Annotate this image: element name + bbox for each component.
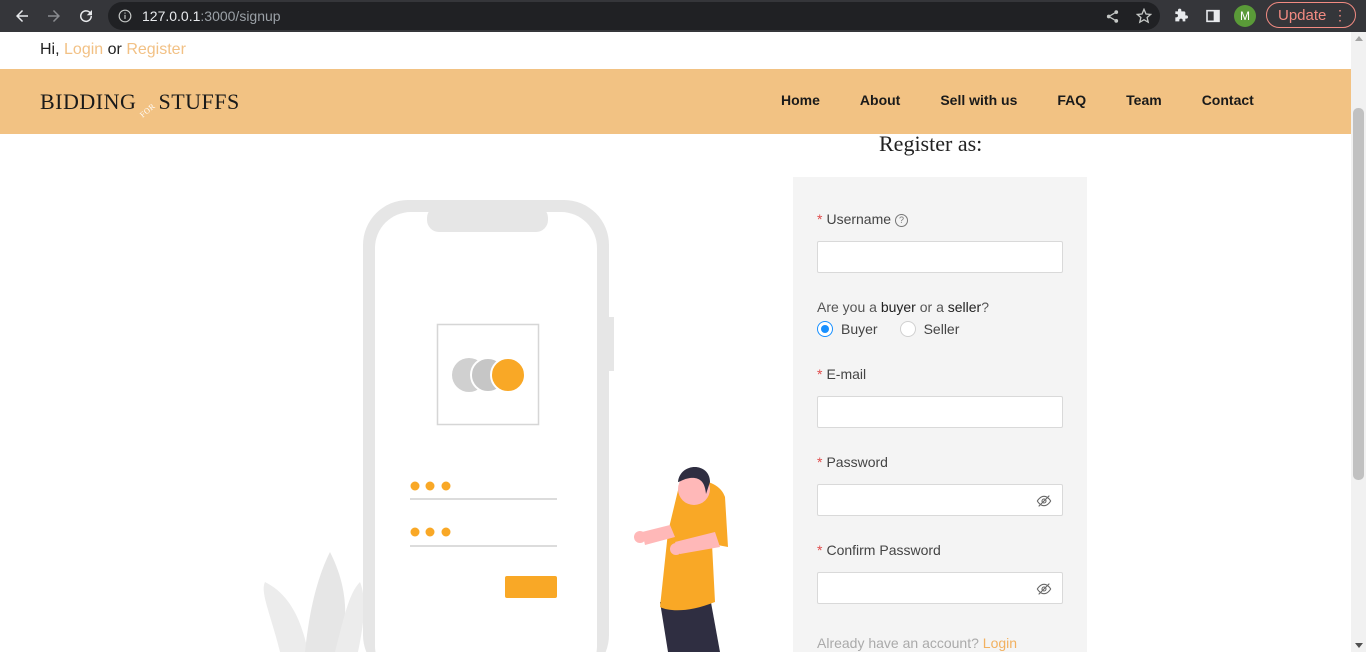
email-input[interactable] xyxy=(817,396,1063,428)
password-input[interactable] xyxy=(817,484,1063,516)
login-link[interactable]: Login xyxy=(64,41,103,58)
username-input[interactable] xyxy=(817,241,1063,273)
role-radio-group: Buyer Seller xyxy=(817,321,981,337)
site-logo[interactable]: BIDDING FORSTUFFS xyxy=(40,89,240,119)
seller-radio-label[interactable]: Seller xyxy=(924,321,960,337)
reload-icon[interactable] xyxy=(70,0,102,32)
page-viewport: Hi, Login or Register BIDDING FORSTUFFS H… xyxy=(0,32,1351,652)
confirm-password-label: * Confirm Password xyxy=(817,542,941,558)
password-label: * Password xyxy=(817,454,888,470)
extensions-icon[interactable] xyxy=(1170,5,1192,27)
site-info-icon[interactable] xyxy=(108,9,142,23)
scrollbar-thumb[interactable] xyxy=(1353,108,1364,480)
url-text: 127.0.0.1:3000/signup xyxy=(142,8,281,24)
username-label: * Username? xyxy=(817,211,909,228)
forward-icon[interactable] xyxy=(38,0,70,32)
nav-about[interactable]: About xyxy=(860,92,900,108)
profile-avatar[interactable]: M xyxy=(1234,5,1256,27)
page-scrollbar[interactable] xyxy=(1351,32,1366,652)
share-icon[interactable] xyxy=(1102,6,1122,26)
site-header: BIDDING FORSTUFFS Home About Sell with us… xyxy=(0,69,1351,134)
buyer-radio[interactable] xyxy=(817,321,833,337)
role-question: Are you a buyer or a seller? xyxy=(817,299,990,315)
signup-form: * Username? Are you a buyer or a seller? … xyxy=(793,177,1087,652)
side-panel-icon[interactable] xyxy=(1202,5,1224,27)
confirm-password-input[interactable] xyxy=(817,572,1063,604)
already-account-text: Already have an account? Login xyxy=(817,635,1018,651)
seller-radio[interactable] xyxy=(899,321,916,337)
nav-home[interactable]: Home xyxy=(781,92,820,108)
greeting-text: Hi, xyxy=(40,41,60,58)
nav-faq[interactable]: FAQ xyxy=(1057,92,1086,108)
nav-sell-with-us[interactable]: Sell with us xyxy=(940,92,1017,108)
register-title: Register as: xyxy=(879,131,983,156)
buyer-radio-label[interactable]: Buyer xyxy=(841,321,878,337)
eye-invisible-icon[interactable] xyxy=(1036,493,1052,509)
nav-team[interactable]: Team xyxy=(1126,92,1162,108)
address-bar[interactable]: 127.0.0.1:3000/signup xyxy=(108,2,1160,30)
signup-illustration xyxy=(263,200,728,652)
main-nav: Home About Sell with us FAQ Team Contact xyxy=(781,92,1254,108)
scroll-down-icon[interactable] xyxy=(1355,643,1363,648)
or-text: or xyxy=(107,41,122,58)
update-label: Update xyxy=(1278,6,1327,24)
bookmark-star-icon[interactable] xyxy=(1134,6,1154,26)
browser-toolbar: 127.0.0.1:3000/signup M Update ⋮ xyxy=(0,0,1366,32)
email-label: * E-mail xyxy=(817,366,867,382)
register-link[interactable]: Register xyxy=(126,41,186,58)
nav-contact[interactable]: Contact xyxy=(1202,92,1254,108)
help-question-icon[interactable]: ? xyxy=(895,214,909,227)
eye-invisible-icon[interactable] xyxy=(1036,581,1052,597)
scroll-up-icon[interactable] xyxy=(1355,36,1363,41)
menu-dots-icon: ⋮ xyxy=(1333,7,1347,23)
greeting-bar: Hi, Login or Register xyxy=(40,41,186,59)
update-button[interactable]: Update ⋮ xyxy=(1266,2,1356,28)
back-icon[interactable] xyxy=(6,0,38,32)
form-login-link[interactable]: Login xyxy=(983,635,1017,651)
